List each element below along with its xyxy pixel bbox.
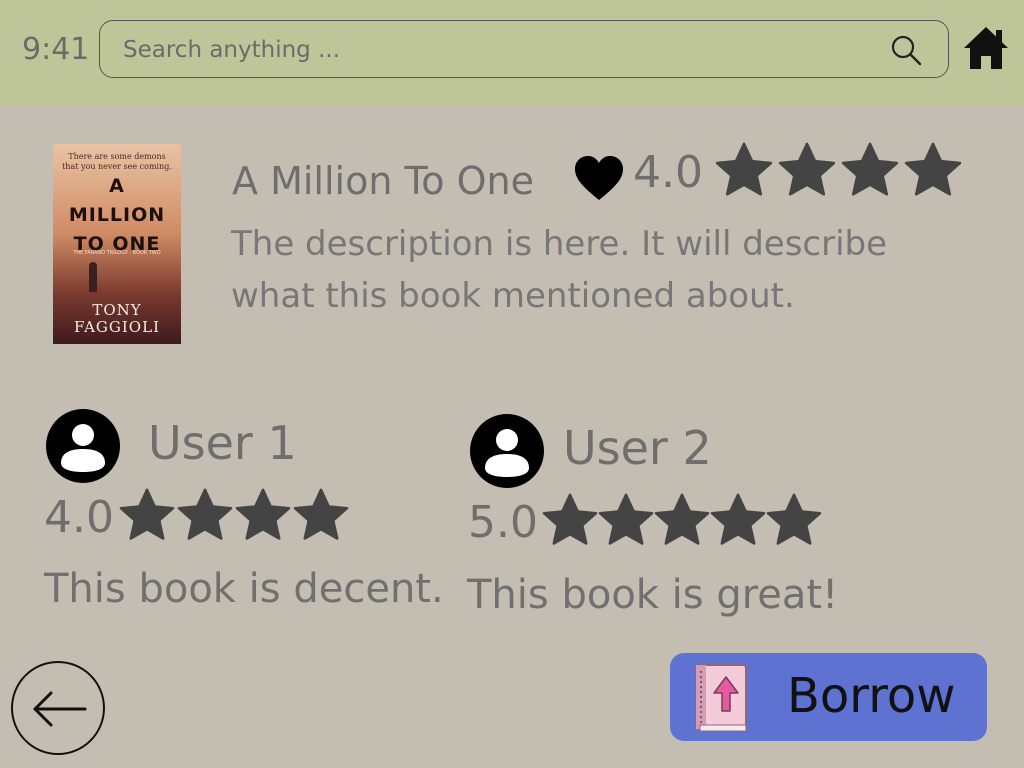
cover-tagline: There are some demons that you never see…	[62, 152, 172, 171]
borrow-label: Borrow	[787, 668, 956, 724]
heart-icon[interactable]	[573, 154, 625, 202]
star-icon	[710, 493, 766, 545]
review-rating-value: 5.0	[468, 497, 538, 548]
home-icon[interactable]	[962, 24, 1010, 72]
book-upload-icon	[695, 664, 747, 732]
arrow-left-icon	[33, 691, 87, 727]
cover-author: TONY FAGGIOLI	[53, 302, 181, 336]
star-icon	[177, 488, 233, 540]
star-icon	[293, 488, 349, 540]
cover-title: A MILLION TO ONE	[53, 172, 181, 259]
cover-author-line: FAGGIOLI	[73, 318, 160, 336]
star-icon	[904, 142, 962, 196]
book-description: The description is here. It will describ…	[231, 224, 888, 316]
star-icon	[119, 488, 175, 540]
review-rating-value: 4.0	[44, 492, 114, 543]
book-rating-stars	[713, 140, 965, 202]
star-icon	[778, 142, 836, 196]
review-text: This book is great!	[467, 572, 839, 618]
review-rating-stars	[540, 491, 822, 551]
status-time: 9:41	[22, 32, 90, 67]
search-input[interactable]: Search anything ...	[123, 35, 340, 65]
review-text: This book is decent.	[44, 566, 444, 612]
cover-author-line: TONY	[92, 301, 142, 319]
book-title: A Million To One	[232, 159, 534, 203]
cover-series: THE FARANO TRILOGY · BOOK TWO	[73, 250, 161, 256]
star-icon	[715, 142, 773, 196]
cover-title-line: MILLION	[68, 204, 166, 226]
book-cover[interactable]: There are some demons that you never see…	[53, 144, 181, 344]
cover-title-line: A	[109, 175, 125, 197]
search-icon[interactable]	[890, 34, 922, 66]
star-icon	[841, 142, 899, 196]
user-avatar-icon[interactable]	[470, 414, 544, 488]
star-icon	[766, 493, 822, 545]
star-icon	[598, 493, 654, 545]
cover-figure	[89, 262, 97, 292]
user-avatar-icon[interactable]	[46, 409, 120, 483]
back-button[interactable]	[11, 661, 105, 755]
search-bar[interactable]: Search anything ...	[99, 20, 949, 78]
review-user-name[interactable]: User 1	[148, 416, 297, 470]
star-icon	[542, 493, 598, 545]
top-bar: 9:41 Search anything ...	[0, 0, 1024, 106]
borrow-button[interactable]: Borrow	[670, 653, 987, 741]
review-rating-stars	[117, 486, 349, 546]
star-icon	[235, 488, 291, 540]
star-icon	[654, 493, 710, 545]
book-rating-value: 4.0	[633, 147, 703, 198]
review-user-name[interactable]: User 2	[563, 421, 712, 475]
